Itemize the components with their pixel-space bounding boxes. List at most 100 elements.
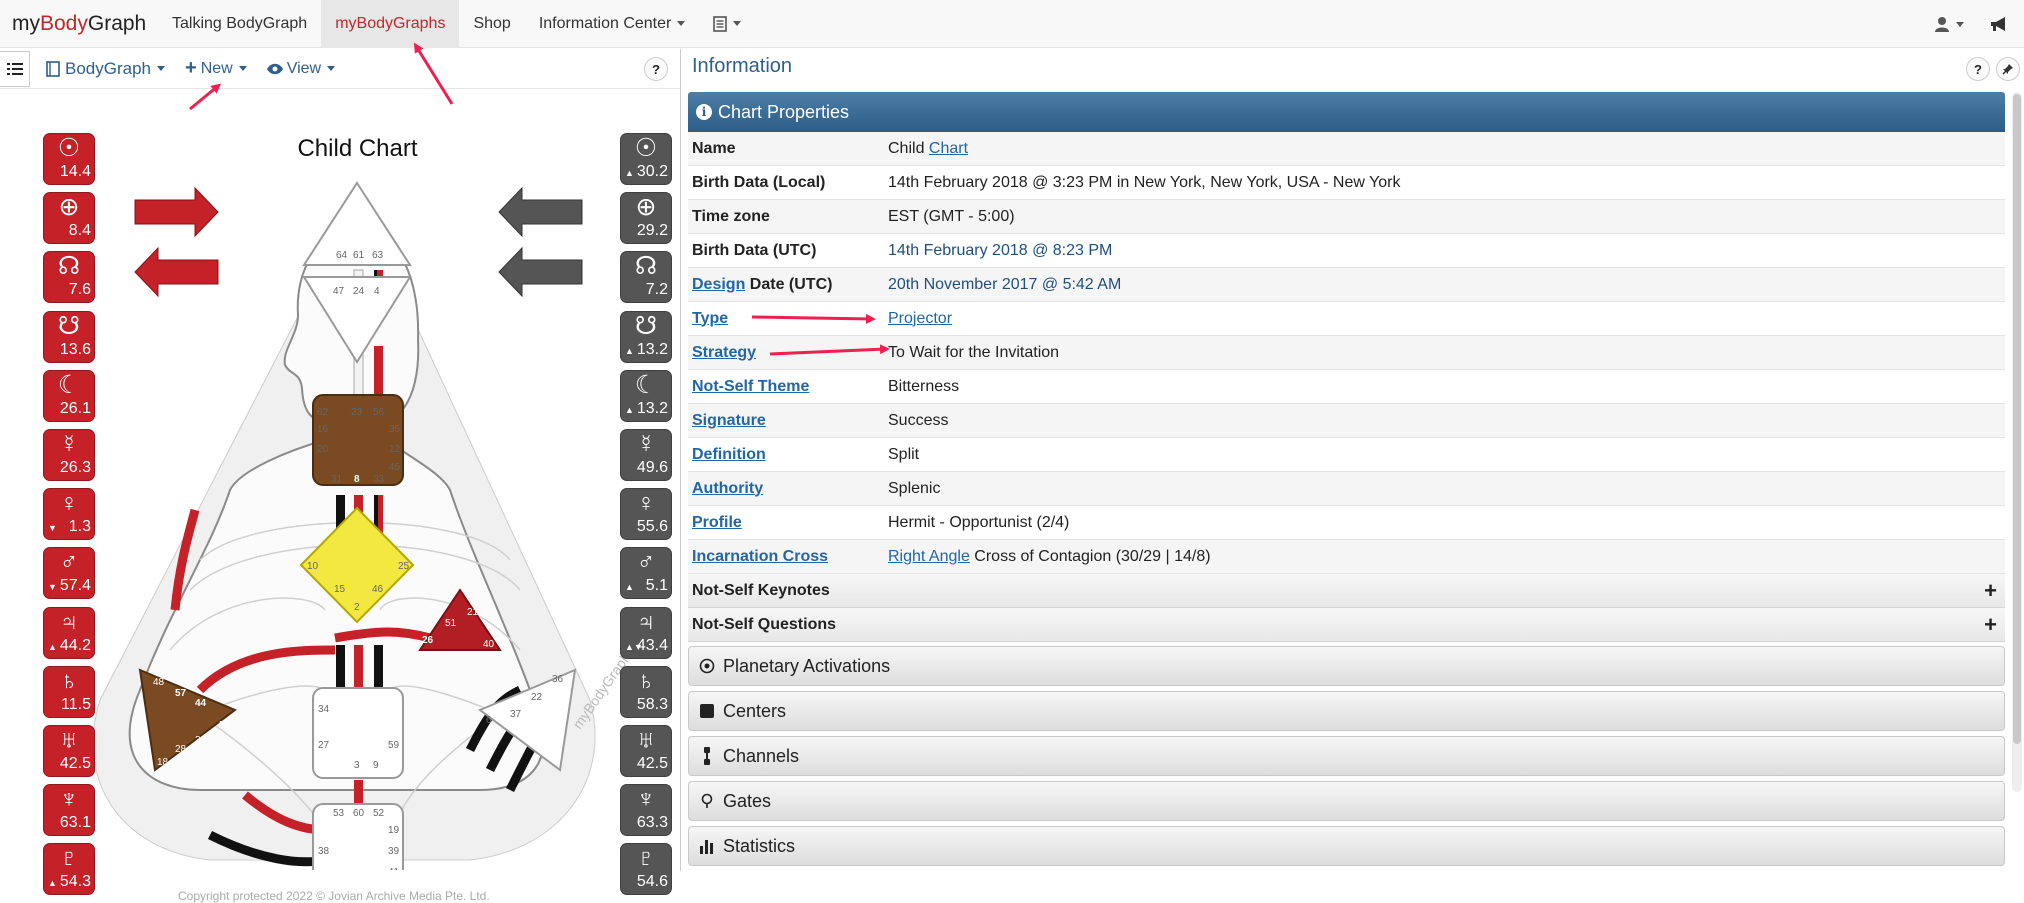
personality-planet[interactable]: ♃ 43.4 ▲▼ xyxy=(620,606,672,659)
not-self-keynotes-label: Not-Self Keynotes xyxy=(692,581,830,599)
design-planet[interactable]: ♂ 57.4 ▼ xyxy=(43,547,95,600)
nav-document-menu[interactable] xyxy=(699,0,755,48)
design-planet[interactable]: ♅ 42.5 xyxy=(43,725,95,777)
design-planet[interactable]: ♄ 11.5 xyxy=(43,665,95,718)
property-value-text: 20th November 2017 @ 5:42 AM xyxy=(888,275,1122,293)
property-key-link[interactable]: Definition xyxy=(692,446,766,463)
nav-mybodygraphs[interactable]: myBodyGraphs xyxy=(321,0,460,48)
svg-text:8: 8 xyxy=(354,474,360,485)
property-value-link[interactable]: Chart xyxy=(929,140,968,157)
property-key-link[interactable]: Authority xyxy=(692,480,763,497)
property-value-link[interactable]: Projector xyxy=(888,310,952,327)
not-self-questions-label: Not-Self Questions xyxy=(692,615,837,633)
help-button[interactable]: ? xyxy=(644,57,668,81)
personality-planet[interactable]: ☾ 13.2 ▲ xyxy=(620,369,672,422)
section-channels[interactable]: Channels xyxy=(688,736,2005,776)
megaphone-icon[interactable] xyxy=(1990,16,2008,32)
expand-plus-icon[interactable]: + xyxy=(1984,578,1997,604)
svg-text:12: 12 xyxy=(389,444,401,455)
property-row: Name Child Chart xyxy=(688,132,2005,166)
property-key: Profile xyxy=(688,514,888,532)
personality-planet[interactable]: ♇ 54.6 xyxy=(620,843,672,896)
info-scrollbar-thumb[interactable] xyxy=(2013,94,2021,744)
copyright-text: Copyright protected 2022 © Jovian Archiv… xyxy=(178,889,490,903)
design-planet[interactable]: ⊕ 8.4 xyxy=(43,192,95,245)
section-planetary-activations[interactable]: Planetary Activations xyxy=(688,646,2005,686)
design-planet[interactable]: ☋ 13.6 xyxy=(43,310,95,363)
personality-planet[interactable]: ♀ 55.6 xyxy=(620,488,672,541)
planet-symbol-icon: ☾ xyxy=(57,370,81,399)
planet-symbol-icon: ♀ xyxy=(59,489,79,518)
personality-planet[interactable]: ⊕ 29.2 xyxy=(620,192,672,245)
new-menu[interactable]: + New xyxy=(185,57,247,80)
personality-planet[interactable]: ♂ 5.1 ▲ xyxy=(620,547,672,600)
nav-shop[interactable]: Shop xyxy=(459,0,524,48)
property-key-link[interactable]: Design xyxy=(692,276,745,293)
pin-button[interactable] xyxy=(1996,57,2020,81)
design-planet[interactable]: ♇ 54.3 ▲ xyxy=(43,843,95,896)
exaltation-mark-icon: ▲ xyxy=(625,168,634,178)
svg-text:19: 19 xyxy=(388,825,400,836)
planet-value: 11.5 xyxy=(61,695,91,713)
design-planet[interactable]: ☾ 26.1 xyxy=(43,369,95,422)
section-gates[interactable]: Gates xyxy=(688,781,2005,821)
section-channels-label: Channels xyxy=(723,745,800,766)
nav-talking-bodygraph[interactable]: Talking BodyGraph xyxy=(158,0,321,48)
nav-information-center[interactable]: Information Center xyxy=(525,0,700,48)
svg-text:23: 23 xyxy=(351,407,363,418)
design-planet[interactable]: ☊ 7.6 xyxy=(43,251,95,304)
personality-planet[interactable]: ☊ 7.2 xyxy=(620,251,672,304)
user-menu[interactable] xyxy=(1934,16,1964,32)
personality-planet[interactable]: ☉ 30.2 ▲ xyxy=(620,133,672,185)
personality-planet[interactable]: ♅ 42.5 xyxy=(620,725,672,777)
chevron-down-icon xyxy=(327,66,336,71)
section-statistics[interactable]: Statistics xyxy=(688,826,2005,866)
personality-planet[interactable]: ☿ 49.6 xyxy=(620,429,672,481)
svg-text:48: 48 xyxy=(153,677,165,688)
property-key-link[interactable]: Signature xyxy=(692,412,766,429)
property-row: Definition Split xyxy=(688,438,2005,472)
not-self-keynotes-row[interactable]: Not-Self Keynotes + xyxy=(688,574,2005,608)
info-help-button[interactable]: ? xyxy=(1966,57,1990,81)
property-key-link[interactable]: Profile xyxy=(692,514,742,531)
bar-chart-icon xyxy=(700,840,713,854)
exaltation-mark-icon: ▲ xyxy=(48,641,57,652)
svg-text:50: 50 xyxy=(219,720,231,731)
property-key-link[interactable]: Type xyxy=(692,310,728,327)
not-self-questions-row[interactable]: Not-Self Questions + xyxy=(688,608,2005,642)
brand-suffix: Graph xyxy=(87,11,147,35)
view-menu[interactable]: View xyxy=(266,60,336,78)
design-planet[interactable]: ♃ 44.2 ▲ xyxy=(43,606,95,659)
section-centers[interactable]: Centers xyxy=(688,691,2005,731)
property-key-link[interactable]: Strategy xyxy=(692,344,756,361)
chevron-down-icon xyxy=(238,66,247,71)
property-value-link[interactable]: Right Angle xyxy=(888,548,970,565)
personality-planet[interactable]: ♆ 63.3 xyxy=(620,784,672,837)
planet-symbol-icon: ♇ xyxy=(636,844,656,873)
info-scrollbar[interactable] xyxy=(2012,92,2022,792)
planet-value: 14.4 xyxy=(59,163,91,180)
chart-properties-header[interactable]: i Chart Properties xyxy=(688,92,2005,132)
planet-symbol-icon: ⊕ xyxy=(635,193,657,222)
property-key-link[interactable]: Incarnation Cross xyxy=(692,548,828,565)
planet-value: 63.1 xyxy=(59,814,91,832)
planet-symbol-icon: ♆ xyxy=(59,785,79,814)
property-value-text: 14th February 2018 @ 8:23 PM xyxy=(888,241,1113,259)
property-value: Hermit - Opportunist (2/4) xyxy=(888,514,1069,532)
design-planet[interactable]: ♀ 1.3 ▼ xyxy=(43,488,95,541)
design-planet[interactable]: ☉ 14.4 xyxy=(43,133,95,185)
bodygraph-menu[interactable]: BodyGraph xyxy=(46,59,165,79)
planet-symbol-icon: ☿ xyxy=(59,430,79,458)
property-key-text: Name xyxy=(692,139,736,157)
personality-planet[interactable]: ☋ 13.2 ▲ xyxy=(620,310,672,363)
design-planet[interactable]: ☿ 26.3 xyxy=(43,429,95,481)
sidebar-toggle-button[interactable] xyxy=(0,50,30,87)
property-key-link[interactable]: Not-Self Theme xyxy=(692,378,809,395)
expand-plus-icon[interactable]: + xyxy=(1984,612,1997,638)
design-planet[interactable]: ♆ 63.1 xyxy=(43,784,95,837)
exaltation-mark-icon: ▲▼ xyxy=(625,641,643,652)
svg-text:36: 36 xyxy=(552,674,564,685)
personality-planet[interactable]: ♄ 58.3 xyxy=(620,665,672,718)
brand-logo[interactable]: myBodyGraph xyxy=(0,12,158,36)
planet-symbol-icon: ♄ xyxy=(636,666,656,695)
